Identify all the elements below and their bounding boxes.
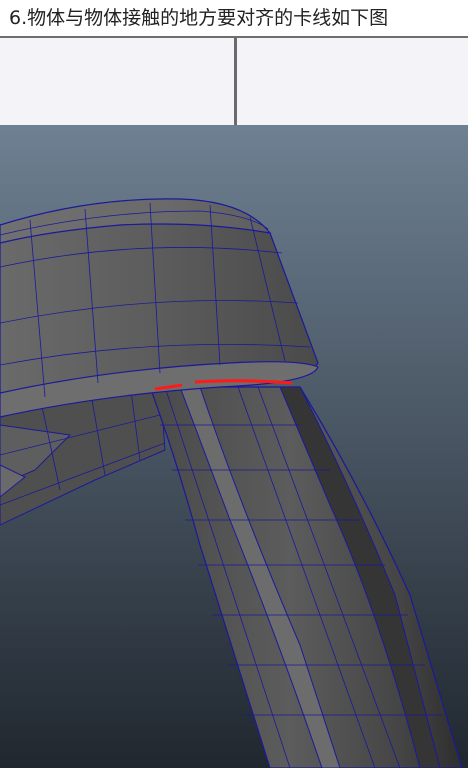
3d-viewport[interactable]	[0, 125, 468, 768]
table-strip	[0, 36, 468, 125]
viewport-render	[0, 125, 468, 768]
caption-text: 6.物体与物体接触的地方要对齐的卡线如下图	[0, 0, 468, 36]
table-column-divider	[234, 38, 237, 125]
